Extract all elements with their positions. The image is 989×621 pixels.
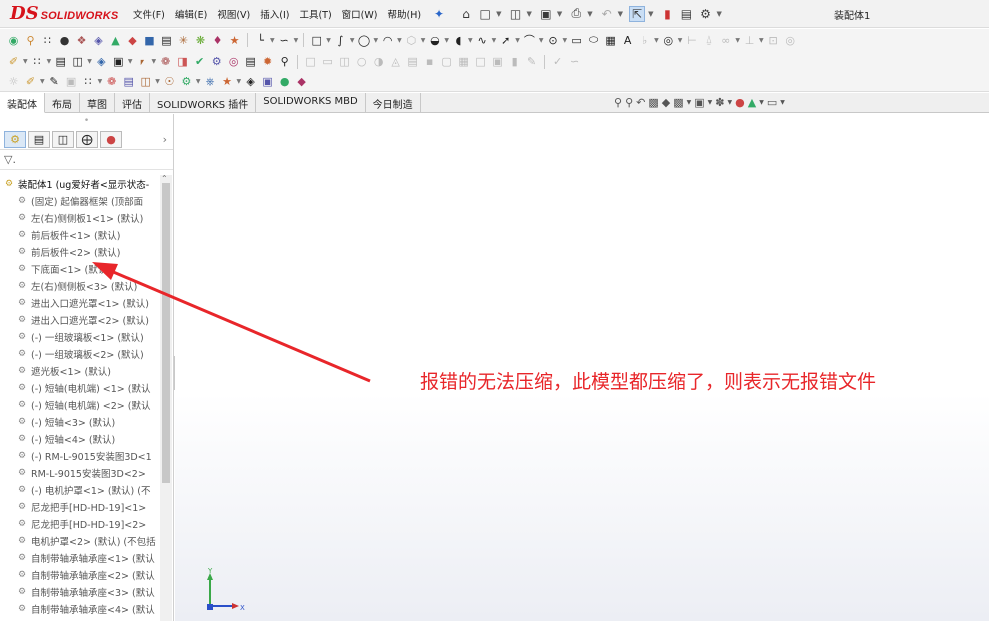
triad-y-label: Y: [207, 568, 213, 575]
annotation-arrow-head: [92, 262, 118, 280]
reference-triad: Y X: [207, 568, 245, 612]
annotation-text: 报错的无法压缩，此模型都压缩了，则表示无报错文件: [420, 371, 877, 393]
triad-x-arrow: [232, 603, 239, 609]
annotation-arrow: [92, 262, 371, 383]
annotation-arrow-line: [103, 266, 371, 383]
triad-origin: [207, 604, 213, 610]
triad-x-label: X: [240, 604, 245, 612]
